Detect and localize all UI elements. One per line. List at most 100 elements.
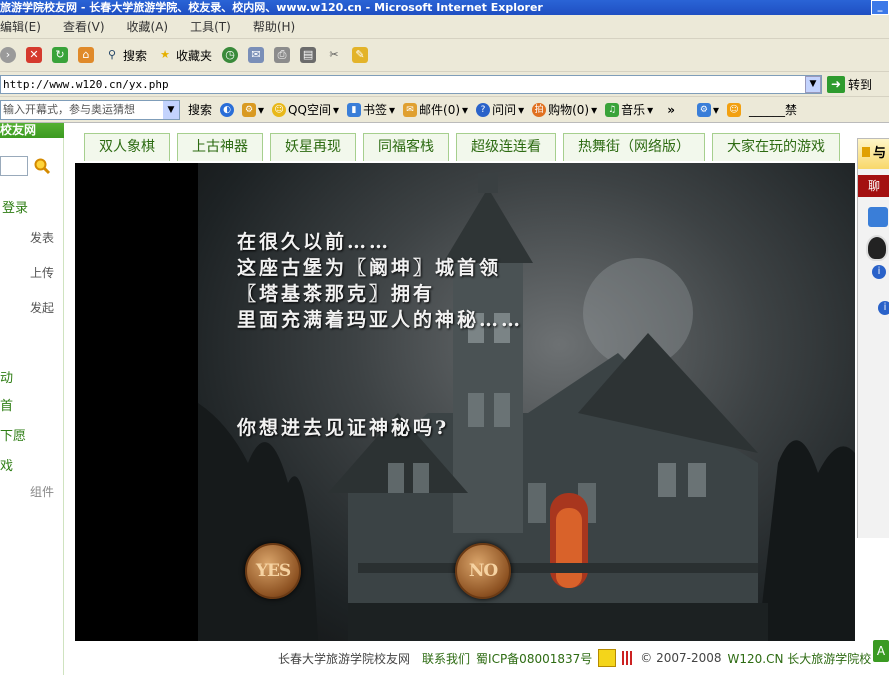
info-icon-2[interactable]: i (878, 301, 889, 315)
menu-favorites[interactable]: 收藏(A) (127, 18, 169, 35)
go-button[interactable]: ➜ 转到 (827, 75, 872, 94)
menu-edit[interactable]: 编辑(E) (0, 18, 41, 35)
plugin-settings-button[interactable]: ⚙ ▾ (696, 102, 719, 117)
shopping-link[interactable]: 拍购物(0) ▾ (532, 101, 597, 118)
plugin-emoji-button[interactable]: ☺ (726, 102, 741, 117)
plugin-search-input[interactable]: 输入开幕式，参与奥运猜想 ▼ (0, 99, 180, 120)
sidebar-link-4[interactable]: 戏 (0, 455, 13, 474)
refresh-button[interactable]: ↻ (52, 47, 68, 63)
story-line-1: 在很久以前…… (237, 231, 392, 253)
qq-space-label: QQ空间 (288, 103, 331, 117)
forward-button[interactable]: › (0, 47, 16, 63)
question-icon: ? (476, 102, 491, 117)
sidebar-action-start[interactable]: 发起 (30, 299, 54, 316)
tools-icon: ⚙ (242, 102, 257, 117)
footer-site-name: 长春大学旅游学院校友网 (278, 651, 411, 666)
no-button[interactable]: NO (455, 543, 511, 599)
globe-icon: ◐ (220, 102, 235, 117)
game-flash-area[interactable]: 在很久以前…… 这座古堡为〖阚坤〗城首领 〖塔基茶那克〗拥有 里面充满着玛亚人的… (75, 163, 855, 641)
address-bar: http://www.w120.cn/yx.php ▼ ➜ 转到 (0, 72, 889, 97)
menu-tools[interactable]: 工具(T) (190, 18, 231, 35)
menu-view[interactable]: 查看(V) (63, 18, 105, 35)
music-icon: ♫ (605, 102, 620, 117)
sidebar-link-2[interactable]: 首 (0, 395, 13, 414)
sidebar-login-link[interactable]: 登录 (2, 197, 28, 216)
sidebar-action-post[interactable]: 发表 (30, 229, 54, 246)
tab-popular-games[interactable]: 大家在玩的游戏 (712, 133, 840, 161)
tab-dance-street[interactable]: 热舞街（网络版） (563, 133, 705, 161)
footer-copyright: © 2007-2008 (640, 651, 722, 665)
print-button[interactable]: ⎙ (274, 47, 291, 63)
edit-button[interactable]: ▤ (300, 47, 317, 63)
panel-corner-button[interactable]: A (873, 640, 889, 662)
chat-panel-red-tab[interactable]: 聊 (858, 175, 889, 197)
yes-button[interactable]: YES (245, 543, 301, 599)
magnifier-icon[interactable] (33, 157, 51, 175)
tab-ancient-artifact[interactable]: 上古神器 (177, 133, 263, 161)
bookmarks-link[interactable]: ▮ 书签 ▾ (346, 101, 395, 118)
sidebar-link-1[interactable]: 动 (0, 367, 13, 386)
qq-space-link[interactable]: ☺ QQ空间 ▾ (272, 101, 339, 118)
footer-stats-icon[interactable] (622, 651, 635, 665)
more-chevron[interactable]: » (667, 103, 675, 117)
music-label: 音乐 (621, 103, 646, 117)
history-button[interactable]: ◷ (222, 47, 239, 63)
messenger-button[interactable]: ✂ (326, 47, 342, 63)
tab-tongfu-inn[interactable]: 同福客栈 (363, 133, 449, 161)
home-button[interactable]: ⌂ (78, 47, 94, 63)
plugin-globe-button[interactable]: ◐ (220, 102, 235, 117)
plugin-tools-button[interactable]: ⚙ ▾ (242, 102, 264, 117)
left-sidebar: 校友网 登录 发表 上传 发起 动 首 下愿 戏 组件 (0, 123, 64, 675)
research-icon: ✎ (352, 47, 369, 63)
floating-chat-panel[interactable]: 与 聊 i i (857, 138, 889, 538)
wenwen-link[interactable]: ? 问问 ▾ (476, 101, 524, 118)
tab-super-link[interactable]: 超级连连看 (456, 133, 556, 161)
chat-tools-icon[interactable] (868, 207, 888, 227)
sidebar-action-upload[interactable]: 上传 (30, 264, 54, 281)
search-icon: ⚲ (107, 48, 117, 61)
shopping-label: 购物(0) (548, 103, 590, 117)
sidebar-search-input[interactable] (0, 156, 28, 176)
plugin-search-dropdown[interactable]: ▼ (163, 100, 179, 119)
stop-icon: ✕ (26, 47, 42, 63)
forward-icon: › (0, 47, 16, 63)
tab-demon-star[interactable]: 妖星再现 (270, 133, 356, 161)
music-link[interactable]: ♫ 音乐 ▾ (605, 101, 653, 118)
toolbar: › ✕ ↻ ⌂ ⚲ 搜索 ★ 收藏夹 ◷ ✉ ⎙ ▤ ✂ ✎ (0, 39, 889, 72)
plugin-search-button[interactable]: 搜索 (188, 101, 212, 118)
research-button[interactable]: ✎ (352, 47, 369, 63)
sidebar-components-label: 组件 (30, 485, 55, 499)
sidebar-link-3[interactable]: 下愿 (0, 425, 26, 444)
tab-chess[interactable]: 双人象棋 (84, 133, 170, 161)
favorites-button-label: 收藏夹 (176, 48, 213, 63)
address-input[interactable]: http://www.w120.cn/yx.php (0, 75, 822, 94)
footer-brand[interactable]: W120.CN 长大旅游学院校 (728, 650, 872, 667)
go-arrow-icon: ➜ (827, 76, 845, 93)
story-line-4: 里面充满着玛亚人的神秘…… (237, 309, 524, 331)
mail-link[interactable]: ✉ 邮件(0) ▾ (403, 101, 468, 118)
printer-icon: ⎙ (274, 47, 291, 63)
penguin-avatar-icon[interactable] (866, 235, 888, 261)
menu-bar: 编辑(E) 查看(V) 收藏(A) 工具(T) 帮助(H) (0, 15, 889, 39)
search-button[interactable]: ⚲ 搜索 (104, 47, 147, 64)
footer-contact-link[interactable]: 联系我们 (422, 650, 470, 667)
refresh-icon: ↻ (52, 47, 68, 63)
window-title: 旅游学院校友网 - 长春大学旅游学院、校友录、校内网、www.w120.cn -… (0, 1, 543, 14)
story-text: 在很久以前…… 这座古堡为〖阚坤〗城首领 〖塔基茶那克〗拥有 里面充满着玛亚人的… (237, 229, 523, 333)
search-button-label: 搜索 (123, 48, 148, 63)
mail-button[interactable]: ✉ (248, 47, 265, 63)
footer-icp-link[interactable]: 蜀ICP备08001837号 (476, 650, 592, 667)
minimize-button[interactable]: _ (871, 0, 889, 15)
address-dropdown-button[interactable]: ▼ (805, 76, 821, 93)
settings-icon: ⚙ (696, 102, 711, 117)
chat-panel-title: 与 (873, 146, 887, 161)
menu-help[interactable]: 帮助(H) (253, 18, 295, 35)
note-icon (862, 147, 870, 157)
plugin-toolbar: 输入开幕式，参与奥运猜想 ▼ 搜索 ◐ ⚙ ▾ ☺ QQ空间 ▾ ▮ 书签 ▾ ✉ 邮件(0… (0, 97, 889, 123)
footer-badge-icon[interactable] (598, 649, 617, 667)
favorites-button[interactable]: ★ 收藏夹 (157, 47, 212, 64)
stop-button[interactable]: ✕ (26, 47, 42, 63)
info-icon[interactable]: i (872, 265, 886, 279)
story-question: 你想进去见证神秘吗? (237, 417, 450, 439)
chat-panel-header: 与 (858, 139, 889, 169)
